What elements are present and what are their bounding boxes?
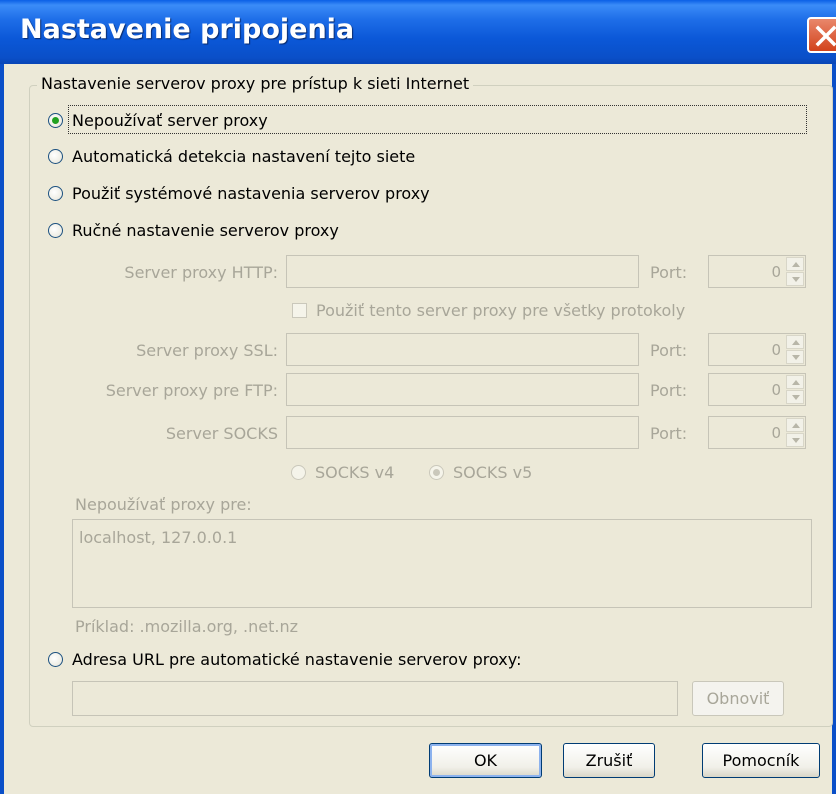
- use-for-all-checkbox[interactable]: Použiť tento server proxy pre všetky pro…: [292, 301, 685, 320]
- socks-v4-label: SOCKS v4: [315, 463, 395, 482]
- title-bar[interactable]: Nastavenie pripojenia: [0, 0, 836, 64]
- use-for-all-label: Použiť tento server proxy pre všetky pro…: [316, 301, 686, 320]
- radio-button[interactable]: [48, 186, 63, 201]
- radio-auto-url[interactable]: Adresa URL pre automatické nastavenie se…: [48, 650, 521, 669]
- radio-system-proxy-label: Použiť systémové nastavenia serverov pro…: [72, 184, 430, 203]
- ftp-port-value: 0: [771, 381, 781, 399]
- radio-auto-detect-label: Automatická detekcia nastavení tejto sie…: [72, 147, 416, 166]
- window-title: Nastavenie pripojenia: [20, 14, 355, 45]
- radio-button-checked[interactable]: [429, 465, 444, 480]
- close-icon: [815, 25, 836, 47]
- radio-auto-url-label: Adresa URL pre automatické nastavenie se…: [72, 650, 522, 669]
- ssl-proxy-input[interactable]: [286, 333, 639, 366]
- socks-server-input[interactable]: [286, 416, 639, 449]
- spin-up-icon[interactable]: [786, 375, 804, 389]
- ftp-proxy-label: Server proxy pre FTP:: [105, 381, 278, 400]
- checkbox-box[interactable]: [292, 303, 307, 318]
- radio-manual-proxy[interactable]: Ručné nastavenie serverov proxy: [48, 221, 339, 240]
- ftp-proxy-input[interactable]: [286, 373, 639, 406]
- connection-settings-dialog: Nastavenie pripojenia Nastavenie servero…: [0, 0, 836, 794]
- spin-down-icon[interactable]: [786, 350, 804, 364]
- ssl-port-label: Port:: [650, 341, 688, 360]
- radio-system-proxy[interactable]: Použiť systémové nastavenia serverov pro…: [48, 184, 430, 203]
- ssl-proxy-label: Server proxy SSL:: [136, 341, 278, 360]
- spin-down-icon[interactable]: [786, 433, 804, 447]
- radio-manual-proxy-label: Ručné nastavenie serverov proxy: [72, 221, 339, 240]
- close-button[interactable]: [807, 17, 836, 53]
- radio-auto-detect[interactable]: Automatická detekcia nastavení tejto sie…: [48, 147, 415, 166]
- no-proxy-for-textarea[interactable]: localhost, 127.0.0.1: [72, 519, 812, 608]
- window-frame-left: [0, 64, 4, 794]
- http-port-stepper[interactable]: 0: [708, 255, 806, 288]
- socks-port-label: Port:: [650, 424, 688, 443]
- help-button[interactable]: Pomocník: [702, 743, 820, 778]
- socks-server-label: Server SOCKS: [165, 424, 278, 443]
- spin-down-icon[interactable]: [786, 272, 804, 286]
- radio-socks-v5[interactable]: SOCKS v5: [429, 463, 532, 482]
- http-port-label: Port:: [650, 263, 688, 282]
- radio-button[interactable]: [48, 223, 63, 238]
- http-port-value: 0: [771, 263, 781, 281]
- spin-up-icon[interactable]: [786, 335, 804, 349]
- spin-up-icon[interactable]: [786, 257, 804, 271]
- socks-port-stepper[interactable]: 0: [708, 416, 806, 449]
- radio-socks-v4[interactable]: SOCKS v4: [291, 463, 394, 482]
- radio-button[interactable]: [48, 149, 63, 164]
- no-proxy-for-label: Nepoužívať proxy pre:: [75, 495, 252, 514]
- socks-port-value: 0: [771, 424, 781, 442]
- radio-button[interactable]: [48, 652, 63, 667]
- spin-down-icon[interactable]: [786, 390, 804, 404]
- spin-up-icon[interactable]: [786, 418, 804, 432]
- ok-button[interactable]: OK: [429, 743, 542, 778]
- auto-url-input[interactable]: [72, 681, 678, 716]
- socks-v5-label: SOCKS v5: [453, 463, 533, 482]
- ssl-port-stepper[interactable]: 0: [708, 333, 806, 366]
- cancel-button[interactable]: Zrušiť: [563, 743, 655, 778]
- no-proxy-for-value: localhost, 127.0.0.1: [79, 528, 238, 547]
- radio-button[interactable]: [291, 465, 306, 480]
- http-proxy-input[interactable]: [286, 255, 639, 288]
- ssl-port-value: 0: [771, 341, 781, 359]
- reload-button[interactable]: Obnoviť: [692, 681, 784, 716]
- http-proxy-label: Server proxy HTTP:: [124, 263, 278, 282]
- radio-no-proxy-label: Nepoužívať server proxy: [72, 111, 268, 130]
- groupbox-legend: Nastavenie serverov proxy pre prístup k …: [37, 74, 474, 93]
- radio-no-proxy[interactable]: Nepoužívať server proxy: [48, 111, 268, 130]
- radio-button-checked[interactable]: [48, 113, 63, 128]
- ftp-port-stepper[interactable]: 0: [708, 373, 806, 406]
- ftp-port-label: Port:: [650, 381, 688, 400]
- example-text: Príklad: .mozilla.org, .net.nz: [75, 617, 299, 636]
